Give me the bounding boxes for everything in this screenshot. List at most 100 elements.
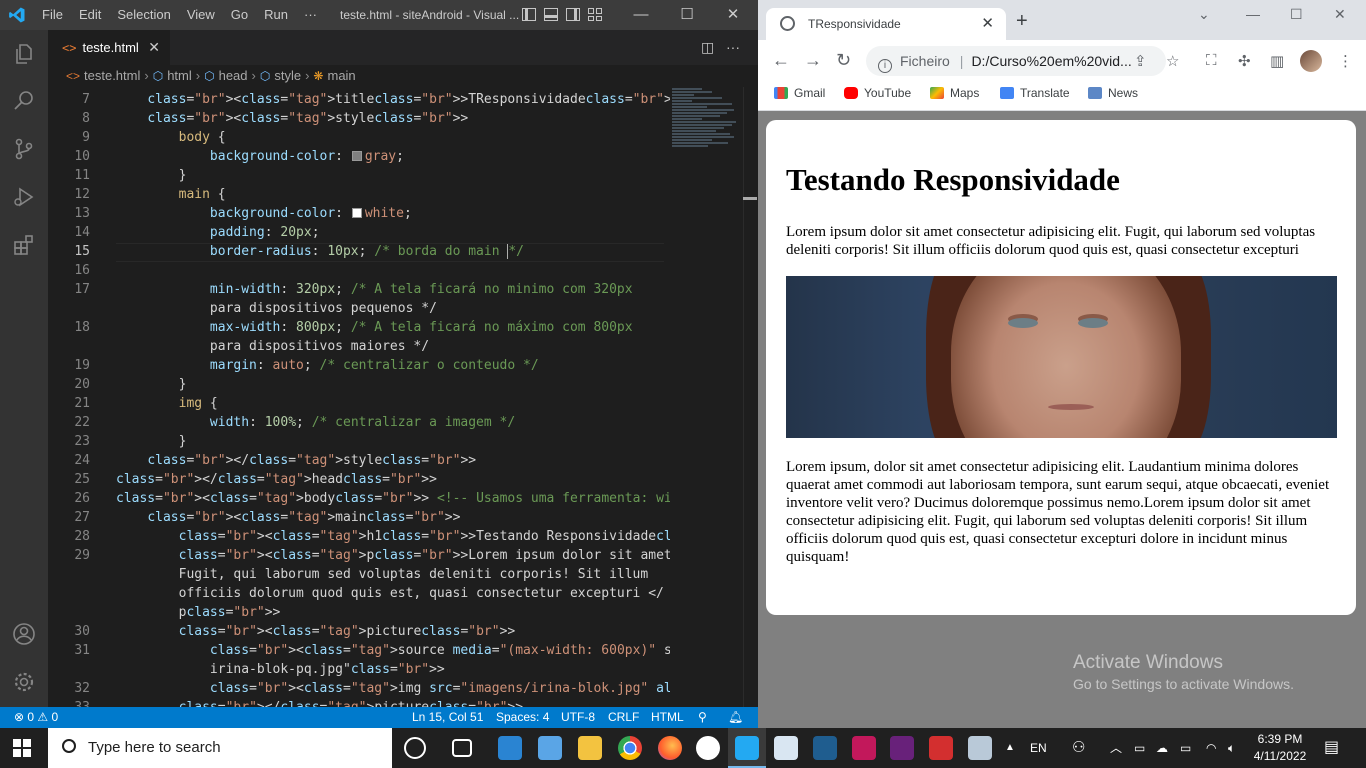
- news-widget-icon[interactable]: [498, 736, 522, 760]
- code-line[interactable]: 29 class="br"><class="tag">pclass="br">>…: [48, 546, 670, 565]
- accounts-icon[interactable]: [12, 622, 36, 646]
- customize-layout-icon[interactable]: [588, 8, 602, 21]
- task-view-icon[interactable]: [452, 739, 472, 757]
- overflow-chevron-icon[interactable]: ▲: [1005, 728, 1015, 768]
- show-hidden-icon[interactable]: ︿: [1110, 728, 1122, 768]
- screencast-icon[interactable]: ⛶: [1206, 52, 1217, 69]
- cortana-icon[interactable]: [404, 737, 426, 759]
- meet-now-icon[interactable]: ▭: [1134, 728, 1145, 768]
- wifi-icon[interactable]: ◠: [1206, 728, 1216, 768]
- code-line[interactable]: 25 class="br"></class="tag">headclass="br…: [48, 470, 670, 489]
- code-line[interactable]: 14 padding: 20px;: [48, 223, 670, 242]
- winamp-icon[interactable]: [852, 736, 876, 760]
- bookmark-translate[interactable]: Translate: [1000, 82, 1070, 104]
- minimize-icon[interactable]: —: [1246, 6, 1260, 22]
- bookmark-youtube[interactable]: YouTube: [844, 82, 911, 104]
- side-panel-icon[interactable]: ▥: [1270, 52, 1284, 70]
- back-arrow-icon[interactable]: ←: [772, 50, 790, 71]
- code-line[interactable]: 19 margin: auto; /* centralizar o conteu…: [48, 356, 670, 375]
- code-line[interactable]: 21 img {: [48, 394, 670, 413]
- eol-status[interactable]: CRLF: [608, 707, 639, 728]
- close-window-icon[interactable]: ✕: [710, 0, 756, 30]
- people-icon[interactable]: ⚇: [1072, 728, 1085, 768]
- search-icon[interactable]: [12, 89, 36, 113]
- minimize-icon[interactable]: —: [618, 0, 664, 30]
- windows-start-icon[interactable]: [13, 739, 31, 757]
- more-actions-icon[interactable]: ···: [726, 39, 740, 55]
- extensions-puzzle-icon[interactable]: ✣: [1238, 52, 1251, 70]
- tab-teste-html[interactable]: <> teste.html ✕: [48, 30, 170, 65]
- toggle-panel-icon[interactable]: [544, 8, 558, 21]
- code-line[interactable]: 9 body {: [48, 128, 670, 147]
- tab-tresponsividade[interactable]: TResponsividade ✕: [766, 8, 1006, 40]
- menu-go[interactable]: Go: [223, 0, 256, 30]
- code-line[interactable]: 30 class="br"><class="tag">pictureclass=…: [48, 622, 670, 641]
- tab-search-chevron-icon[interactable]: ⌄: [1198, 6, 1210, 23]
- maximize-icon[interactable]: ☐: [1290, 6, 1303, 23]
- code-line[interactable]: 18 max-width: 800px; /* A tela ficará no…: [48, 318, 670, 337]
- code-line[interactable]: 31 class="br"><class="tag">source media=…: [48, 641, 670, 660]
- address-bar[interactable]: i Ficheiro | D:/Curso%20em%20vid...: [866, 46, 1166, 76]
- manage-gear-icon[interactable]: [12, 670, 36, 694]
- code-line[interactable]: 23 }: [48, 432, 670, 451]
- file-explorer-icon[interactable]: [578, 736, 602, 760]
- menu-edit[interactable]: Edit: [71, 0, 109, 30]
- bookmark-maps[interactable]: Maps: [930, 82, 979, 104]
- app-icon[interactable]: [968, 736, 992, 760]
- explorer-icon[interactable]: [12, 42, 36, 66]
- code-line[interactable]: Fugit, qui laborum sed voluptas deleniti…: [48, 565, 670, 584]
- tab-close-icon[interactable]: ✕: [981, 8, 994, 40]
- tab-close-icon[interactable]: ✕: [148, 30, 160, 65]
- firefox-icon[interactable]: [658, 736, 682, 760]
- code-line[interactable]: 15 border-radius: 10px; /* borda do main…: [48, 242, 670, 261]
- maximize-icon[interactable]: ☐: [664, 0, 710, 30]
- forward-arrow-icon[interactable]: →: [804, 50, 822, 71]
- cursor-position[interactable]: Ln 15, Col 51: [412, 707, 483, 728]
- reload-icon[interactable]: ↻: [836, 50, 851, 71]
- code-line[interactable]: officiis dolorum quod quis est, quasi co…: [48, 584, 670, 603]
- taskbar-search[interactable]: Type here to search: [48, 728, 392, 768]
- code-line[interactable]: para dispositivos maiores */: [48, 337, 670, 356]
- code-line[interactable]: 11 }: [48, 166, 670, 185]
- code-line[interactable]: 22 width: 100%; /* centralizar a imagem …: [48, 413, 670, 432]
- breadcrumb-main[interactable]: ❋ main: [313, 65, 355, 87]
- pc-icon[interactable]: [538, 736, 562, 760]
- code-line[interactable]: 26 class="br"><class="tag">bodyclass="br"…: [48, 489, 670, 508]
- new-tab-button[interactable]: +: [1016, 10, 1028, 33]
- menu-view[interactable]: View: [179, 0, 223, 30]
- code-line[interactable]: pclass="br">>: [48, 603, 670, 622]
- problems-status[interactable]: ⊗ 0 ⚠ 0: [14, 707, 58, 728]
- split-editor-icon[interactable]: ◫: [701, 39, 714, 56]
- chrome-icon[interactable]: [618, 736, 642, 760]
- indentation-status[interactable]: Spaces: 4: [496, 707, 549, 728]
- code-line[interactable]: 16: [48, 261, 670, 280]
- source-control-icon[interactable]: [12, 137, 36, 161]
- minimap[interactable]: [672, 87, 742, 187]
- breadcrumb-html[interactable]: ⬡ html: [153, 65, 192, 87]
- encoding-status[interactable]: UTF-8: [561, 707, 595, 728]
- mysql-workbench-icon[interactable]: [813, 736, 837, 760]
- code-line[interactable]: para dispositivos pequenos */: [48, 299, 670, 318]
- code-line[interactable]: 27 class="br"><class="tag">mainclass="br…: [48, 508, 670, 527]
- scrollbar-thumb[interactable]: [743, 197, 757, 200]
- bookmark-gmail[interactable]: Gmail: [774, 82, 825, 104]
- code-line[interactable]: 20 }: [48, 375, 670, 394]
- volume-icon[interactable]: 🔈︎: [1228, 728, 1235, 768]
- code-line[interactable]: 28 class="br"><class="tag">h1class="br">…: [48, 527, 670, 546]
- vscode-icon[interactable]: [735, 736, 759, 760]
- site-info-icon[interactable]: i: [878, 59, 892, 73]
- bookmark-news[interactable]: News: [1088, 82, 1138, 104]
- menu-run[interactable]: Run: [256, 0, 296, 30]
- github-icon[interactable]: [696, 736, 720, 760]
- visual-studio-icon[interactable]: [890, 736, 914, 760]
- breadcrumb-style[interactable]: ⬡ style: [260, 65, 301, 87]
- code-line[interactable]: 7 class="br"><class="tag">titleclass="br…: [48, 90, 670, 109]
- run-debug-icon[interactable]: [12, 185, 36, 209]
- taskbar-clock[interactable]: 6:39 PM 4/11/2022: [1252, 731, 1308, 765]
- virtualbox-icon[interactable]: [774, 736, 798, 760]
- language-indicator[interactable]: EN: [1030, 728, 1047, 768]
- share-icon[interactable]: ⇪: [1134, 52, 1147, 70]
- breadcrumb-head[interactable]: ⬡ head: [204, 65, 247, 87]
- toggle-sidebar-icon[interactable]: [522, 8, 536, 21]
- editor-scrollbar[interactable]: [743, 87, 757, 707]
